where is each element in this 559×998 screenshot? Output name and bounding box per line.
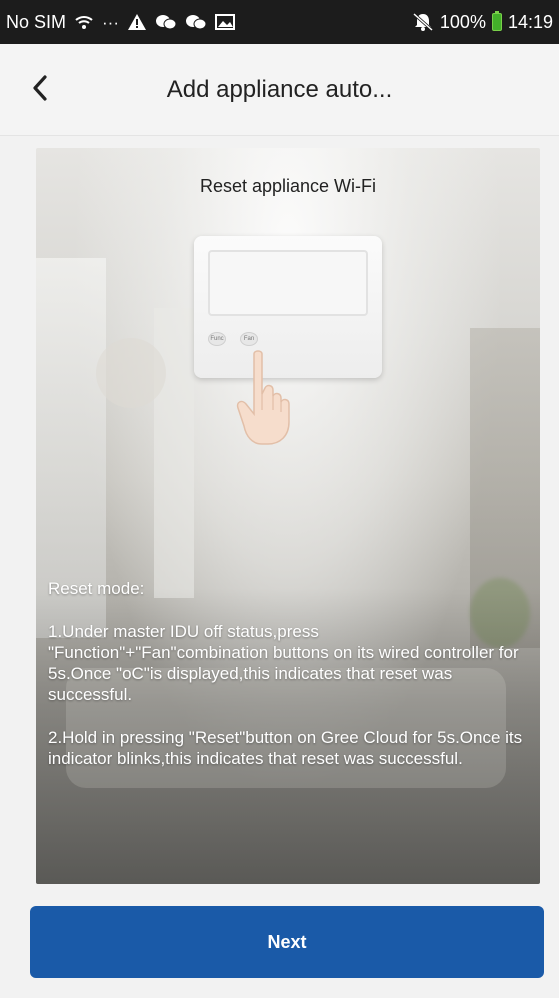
controller-function-button: Func xyxy=(208,332,226,346)
clock: 14:19 xyxy=(507,11,553,32)
controller-fan-button: Fan xyxy=(240,332,258,346)
dots-indicator: ··· xyxy=(102,12,119,32)
wechat-icon xyxy=(155,13,177,31)
mute-icon xyxy=(412,12,434,32)
instruction-step-1: 1.Under master IDU off status,press "Fun… xyxy=(48,622,519,704)
header: Add appliance auto... xyxy=(0,44,559,136)
page-title: Add appliance auto... xyxy=(166,75,393,103)
status-left: No SIM ··· xyxy=(6,12,235,33)
chevron-left-icon xyxy=(30,74,50,107)
battery-icon xyxy=(491,11,502,31)
status-right: 100% 14:19 xyxy=(412,11,553,33)
status-bar: No SIM ··· 100% 14:19 xyxy=(0,0,559,44)
wechat-icon xyxy=(185,13,207,31)
instruction-card: Reset appliance Wi-Fi Func Fan Reset mod… xyxy=(36,148,540,884)
instructions: Reset mode: 1.Under master IDU off statu… xyxy=(48,578,528,769)
reset-mode-label: Reset mode: xyxy=(48,579,145,598)
carrier-label: No SIM xyxy=(6,11,67,32)
background-lamp xyxy=(96,338,166,408)
back-button[interactable] xyxy=(22,72,58,108)
controller-screen xyxy=(208,250,368,316)
instruction-step-2: 2.Hold in pressing "Reset"button on Gree… xyxy=(48,728,523,768)
image-icon xyxy=(215,14,235,30)
card-title: Reset appliance Wi-Fi xyxy=(199,176,377,196)
wifi-icon xyxy=(74,14,94,30)
background-window xyxy=(154,308,194,598)
battery-percent: 100% xyxy=(439,11,486,32)
warning-icon xyxy=(127,13,147,31)
next-button[interactable]: Next xyxy=(30,906,544,978)
pointing-finger-icon xyxy=(232,348,302,448)
